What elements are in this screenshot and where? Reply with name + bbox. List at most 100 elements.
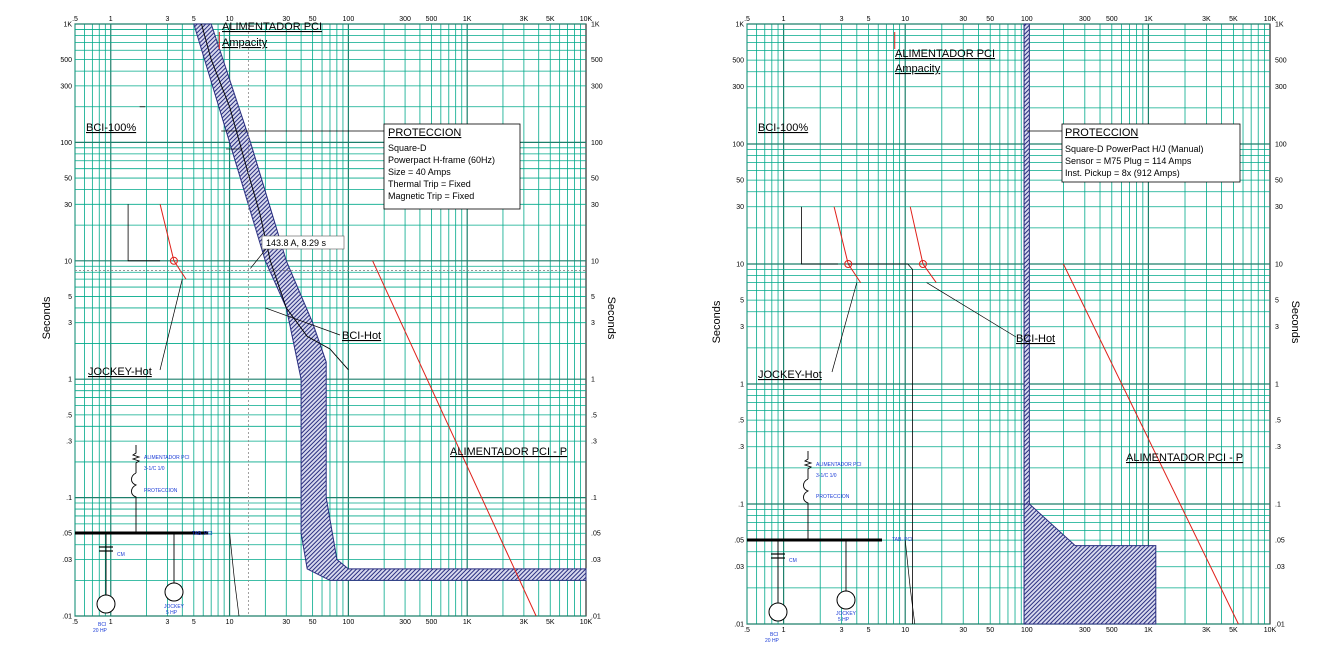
y-tick-left: .03: [62, 557, 72, 564]
y-tick-left: .5: [66, 412, 72, 419]
y-tick-left: 1: [740, 382, 744, 389]
x-tick-bottom: 300: [1079, 627, 1091, 634]
protection-box: PROTECCION Square-D Powerpact H-frame (6…: [383, 123, 521, 210]
label-bci100: BCI-100%: [86, 122, 136, 134]
y-tick-right: 1: [591, 377, 595, 384]
y-tick-left: .5: [738, 418, 744, 425]
motor1-symbol: [768, 602, 788, 622]
label-feeder-p: ALIMENTADOR PCI - P: [1126, 452, 1243, 464]
x-tick-top: 300: [1079, 16, 1091, 23]
oneline-motor2-hp: 5 HP: [166, 610, 178, 616]
y-tick-left: 1K: [735, 22, 744, 29]
y-tick-right: 1K: [1275, 22, 1284, 29]
x-tick-top: 3: [165, 16, 169, 23]
x-tick-top: 300: [399, 16, 411, 23]
x-tick-bottom: 3K: [1202, 627, 1211, 634]
label-ampacity: Ampacity: [895, 63, 941, 75]
y-axis-label-right: Seconds: [605, 297, 617, 340]
y-tick-left: 500: [60, 57, 72, 64]
y-tick-right: .05: [1275, 538, 1285, 545]
x-tick-bottom: 1: [782, 627, 786, 634]
y-axis-label: Seconds: [711, 300, 723, 343]
x-tick-top: 1K: [463, 16, 472, 23]
motor1-symbol: [96, 594, 116, 614]
oneline-bus: TAB. PCI: [192, 531, 212, 537]
y-tick-right: 100: [591, 140, 603, 147]
y-tick-right: .3: [1275, 444, 1281, 451]
x-tick-top: .5: [744, 16, 750, 23]
y-tick-right: 5: [1275, 298, 1279, 305]
x-tick-bottom: 300: [399, 619, 411, 626]
oneline-breaker: PROTECCION: [816, 494, 850, 500]
y-tick-left: 1K: [63, 22, 72, 29]
y-tick-left: .01: [734, 622, 744, 629]
oneline-feeder: ALIMENTADOR PCI: [144, 455, 189, 461]
y-tick-right: .5: [1275, 418, 1281, 425]
protection-line-4: Thermal Trip = Fixed: [388, 179, 471, 189]
y-tick-right: 30: [591, 202, 599, 209]
y-tick-right: .1: [1275, 502, 1281, 509]
x-tick-top: 3: [840, 16, 844, 23]
oneline-cable: 3-1/C 1/0: [144, 466, 165, 472]
y-tick-right: 500: [591, 57, 603, 64]
y-tick-left: 30: [736, 204, 744, 211]
y-tick-right: .01: [1275, 622, 1285, 629]
protection-line-3: Size = 40 Amps: [388, 167, 451, 177]
y-tick-left: 10: [64, 258, 72, 265]
x-tick-top: 5K: [546, 16, 555, 23]
y-tick-right: .3: [591, 439, 597, 446]
y-tick-right: 50: [1275, 178, 1283, 185]
protection-line-2: Powerpact H-frame (60Hz): [388, 155, 495, 165]
y-tick-left: 50: [736, 178, 744, 185]
protection-box: PROTECCION Square-D PowerPact H/J (Manua…: [1061, 123, 1241, 183]
label-bcihot: BCI-Hot: [1016, 333, 1055, 345]
y-tick-left: 300: [60, 83, 72, 90]
y-tick-left: .1: [738, 502, 744, 509]
x-tick-bottom: 3K: [520, 619, 529, 626]
y-tick-left: 1: [68, 377, 72, 384]
label-jockey: JOCKEY-Hot: [88, 366, 152, 378]
tcc-svg-right: .5 .5 1 1 3 3 5 5 10 10 30 30 50 50 100 100 300 300 500 500…: [711, 16, 1301, 644]
y-tick-right: 10: [591, 258, 599, 265]
x-tick-bottom: 50: [309, 619, 317, 626]
y-tick-right: .01: [591, 614, 601, 621]
y-tick-right: .1: [591, 495, 597, 502]
x-tick-bottom: 100: [1021, 627, 1033, 634]
y-tick-left: 3: [68, 320, 72, 327]
plot-frame: [746, 23, 1271, 625]
x-tick-top: 1K: [1144, 16, 1153, 23]
x-tick-top: 10: [901, 16, 909, 23]
protection-title: PROTECCION: [388, 127, 461, 139]
x-tick-top: 500: [426, 16, 438, 23]
oneline-cable: 3-1/C 1/0: [816, 473, 837, 479]
y-tick-left: 10: [736, 262, 744, 269]
y-axis-label: Seconds: [41, 296, 53, 339]
y-tick-left: .05: [62, 531, 72, 538]
x-tick-top: 50: [986, 16, 994, 23]
y-tick-left: 300: [732, 84, 744, 91]
y-tick-left: .05: [734, 538, 744, 545]
point-label: 143.8 A, 8.29 s: [266, 238, 327, 248]
oneline-motor2-hp: 5 HP: [838, 617, 850, 623]
y-tick-right: 100: [1275, 142, 1287, 149]
x-tick-bottom: 5: [867, 627, 871, 634]
protection-line-1: Square-D PowerPact H/J (Manual): [1065, 144, 1204, 154]
x-tick-top: 5: [867, 16, 871, 23]
y-tick-right: 3: [1275, 324, 1279, 331]
y-tick-right: 10: [1275, 262, 1283, 269]
y-tick-right: .03: [591, 557, 601, 564]
x-tick-bottom: 500: [1106, 627, 1118, 634]
x-tick-bottom: 3: [165, 619, 169, 626]
protection-line-2: Sensor = M75 Plug = 114 Amps: [1065, 156, 1192, 166]
y-tick-right: .03: [1275, 564, 1285, 571]
motor2-symbol: [836, 590, 856, 610]
y-tick-left: .3: [738, 444, 744, 451]
y-tick-left: 3: [740, 324, 744, 331]
oneline-cap: CM: [117, 552, 125, 558]
label-feeder-p: ALIMENTADOR PCI - P: [450, 446, 567, 458]
y-tick-right: .5: [591, 412, 597, 419]
y-axis-label-right: Seconds: [1289, 301, 1301, 344]
y-tick-right: 5: [591, 294, 595, 301]
x-tick-top: 1: [109, 16, 113, 23]
y-tick-left: .3: [66, 439, 72, 446]
